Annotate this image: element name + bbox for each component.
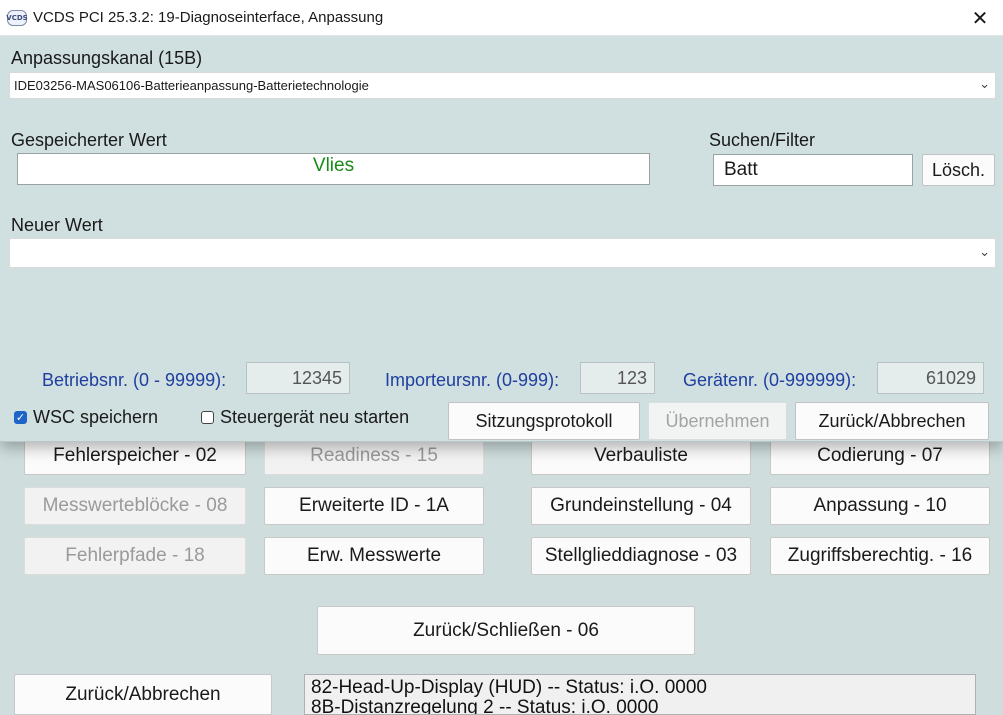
search-filter-input[interactable]: Batt: [713, 154, 913, 186]
fault-paths-button: Fehlerpfade - 18: [24, 537, 246, 575]
wsc-save-label: WSC speichern: [33, 407, 159, 427]
access-authorization-button[interactable]: Zugriffsberechtig. - 16: [770, 537, 990, 575]
betriebsnr-label: Betriebsnr. (0 - 99999):: [42, 370, 227, 390]
geraetenr-field[interactable]: 61029: [877, 362, 984, 394]
restart-ecu-checkbox[interactable]: Steuergerät neu starten: [201, 407, 409, 428]
wsc-save-checkbox[interactable]: ✓ WSC speichern: [14, 407, 158, 428]
stored-value-label: Gespeicherter Wert: [11, 130, 167, 150]
extended-measurements-button[interactable]: Erw. Messwerte: [264, 537, 484, 575]
parent-back-cancel-button[interactable]: Zurück/Abbrechen: [14, 674, 272, 715]
new-value-label: Neuer Wert: [11, 215, 103, 235]
apply-button: Übernehmen: [648, 402, 787, 440]
back-cancel-button[interactable]: Zurück/Abbrechen: [795, 402, 989, 440]
coding-button[interactable]: Codierung - 07: [770, 437, 990, 475]
verbauliste-button[interactable]: Verbauliste: [531, 437, 751, 475]
search-filter-value: Batt: [724, 159, 758, 180]
measuring-blocks-button: Messwerteblöcke - 08: [24, 487, 246, 525]
checkmark-icon: ✓: [14, 411, 27, 424]
importeursnr-field[interactable]: 123: [580, 362, 655, 394]
readiness-button: Readiness - 15: [264, 437, 484, 475]
session-log-button[interactable]: Sitzungsprotokoll: [448, 402, 640, 440]
adaptation-button[interactable]: Anpassung - 10: [770, 487, 990, 525]
adaptation-dialog: VCDS VCDS PCI 25.3.2: 19-Diagnoseinterfa…: [0, 0, 1003, 442]
window-title: VCDS PCI 25.3.2: 19-Diagnoseinterface, A…: [33, 9, 384, 26]
adaptation-channel-label: Anpassungskanal (15B): [11, 48, 203, 68]
title-bar[interactable]: VCDS VCDS PCI 25.3.2: 19-Diagnoseinterfa…: [0, 0, 1003, 36]
fault-memory-button[interactable]: Fehlerspeicher - 02: [24, 437, 246, 475]
vcds-app-icon: VCDS: [6, 9, 28, 26]
search-filter-label: Suchen/Filter: [709, 130, 816, 150]
module-status-list[interactable]: 82-Head-Up-Display (HUD) -- Status: i.O.…: [304, 674, 976, 715]
adaptation-channel-value: IDE03256-MAS06106-Batterieanpassung-Batt…: [14, 78, 369, 93]
restart-ecu-label: Steuergerät neu starten: [220, 407, 410, 427]
empty-checkbox-icon: [201, 411, 214, 424]
back-close-button[interactable]: Zurück/Schließen - 06: [317, 606, 695, 655]
actuator-test-button[interactable]: Stellglieddiagnose - 03: [531, 537, 751, 575]
status-line: 8B-Distanzregelung 2 -- Status: i.O. 000…: [311, 697, 659, 715]
adaptation-channel-dropdown[interactable]: IDE03256-MAS06106-Batterieanpassung-Batt…: [9, 72, 996, 99]
status-line: 82-Head-Up-Display (HUD) -- Status: i.O.…: [311, 677, 707, 698]
basic-settings-button[interactable]: Grundeinstellung - 04: [531, 487, 751, 525]
new-value-dropdown[interactable]: ⌄: [9, 238, 996, 268]
geraetenr-label: Gerätenr. (0-999999):: [683, 370, 857, 390]
importeursnr-label: Importeursnr. (0-999):: [385, 370, 560, 390]
extended-id-button[interactable]: Erweiterte ID - 1A: [264, 487, 484, 525]
betriebsnr-field[interactable]: 12345: [246, 362, 350, 394]
chevron-down-icon: ⌄: [979, 77, 990, 92]
chevron-down-icon: ⌄: [979, 245, 990, 260]
close-icon[interactable]: ✕: [957, 0, 1003, 35]
stored-value-field[interactable]: Vlies: [17, 153, 650, 185]
stored-value-text: Vlies: [312, 155, 355, 176]
clear-search-button[interactable]: Lösch.: [922, 154, 995, 186]
